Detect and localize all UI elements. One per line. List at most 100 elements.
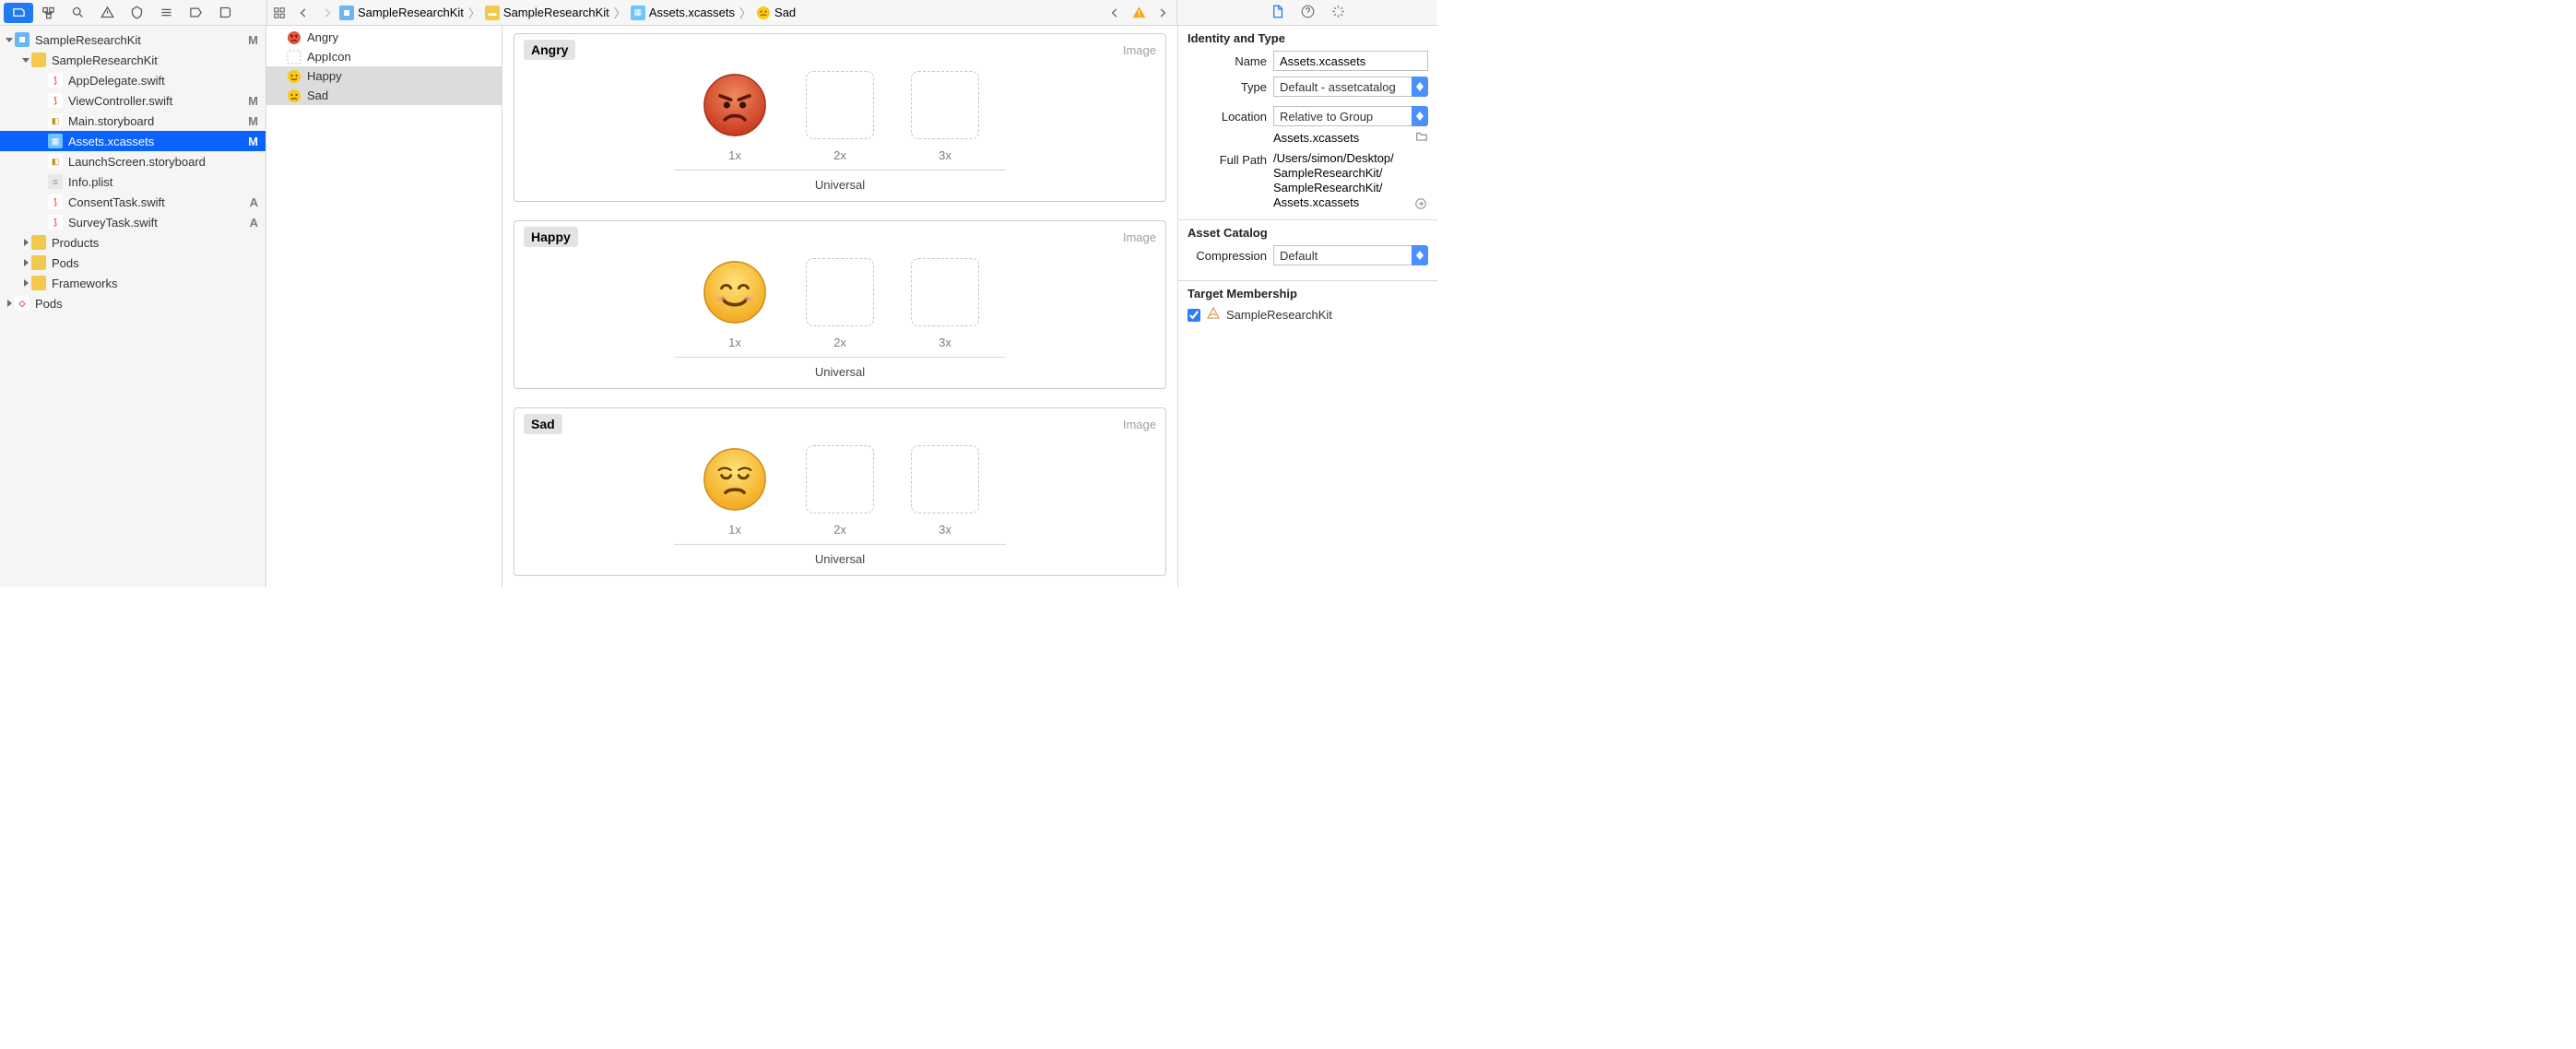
asset-item-label: Happy [307,69,342,83]
image-set-caption: Universal [514,178,1165,192]
asset-item-sad[interactable]: Sad [266,86,502,105]
image-set-kind: Image [1123,43,1156,57]
slot-2x[interactable]: 2x [804,71,876,162]
warning-icon[interactable] [1127,6,1151,19]
asset-catalog-section-title: Asset Catalog [1188,226,1428,240]
tab-files-icon[interactable] [4,3,33,23]
slot-image [701,71,769,139]
image-set-caption: Universal [514,552,1165,566]
image-set-sad[interactable]: Sad Image 1x2x3x Universal [514,407,1166,576]
asset-outline: Angry AppIcon Happy Sad [266,26,502,587]
tab-logs-icon[interactable] [210,3,240,23]
folder-picker-icon[interactable] [1415,130,1428,146]
asset-item-happy[interactable]: Happy [266,66,502,86]
tab-scm-icon[interactable] [33,3,63,23]
tab-issues-icon[interactable] [92,3,122,23]
attributes-inspector-icon[interactable] [1331,5,1345,21]
type-label: Type [1188,80,1267,94]
slot-3x[interactable]: 3x [909,445,981,536]
empty-slot [911,445,979,513]
asset-item-label: AppIcon [307,50,351,64]
nav-label: AppDelegate.swift [68,74,258,88]
reveal-in-finder-icon[interactable] [1413,195,1428,210]
scm-status: A [250,195,258,209]
crumb-label: SampleResearchKit [503,6,609,19]
compression-value: Default [1280,249,1318,263]
empty-slot [806,71,874,139]
nav-row-consenttask-swift[interactable]: ⟆ConsentTask.swiftA [0,192,266,212]
nav-row-launchscreen-storyboard[interactable]: ◧ LaunchScreen.storyboard [0,151,266,171]
happy-icon [287,69,301,84]
folder-icon [31,53,46,67]
crumb-project[interactable]: SampleResearchKit [339,0,464,25]
folder-icon [31,276,46,290]
jump-bar: SampleResearchKit 〉 ▬ SampleResearchKit … [266,0,1177,25]
nav-row-main-storyboard[interactable]: ◧Main.storyboardM [0,111,266,131]
slot-1x[interactable]: 1x [699,71,771,162]
go-forward-icon[interactable] [315,0,339,25]
nav-row-viewcontroller-swift[interactable]: ⟆ViewController.swiftM [0,90,266,111]
prev-issue-icon[interactable] [1103,6,1127,19]
slot-3x[interactable]: 3x [909,258,981,349]
asset-item-angry[interactable]: Angry [266,28,502,47]
slot-label: 1x [728,148,741,162]
nav-row-products[interactable]: Products [0,232,266,253]
tab-search-icon[interactable] [63,3,92,23]
swift-icon: ⟆ [48,73,63,88]
image-set-angry[interactable]: Angry Image 1x2x3x Universal [514,33,1166,202]
related-items-icon[interactable] [267,0,291,25]
slot-1x[interactable]: 1x [699,258,771,349]
nav-label: Pods [52,256,258,270]
jump-bar-right [1103,6,1176,19]
chevron-right-icon: 〉 [609,4,631,21]
tab-breakpoints-icon[interactable] [181,3,210,23]
nav-row-info-plist[interactable]: ≣Info.plist [0,171,266,192]
slot-2x[interactable]: 2x [804,445,876,536]
tab-tests-icon[interactable] [122,3,151,23]
fullpath-label: Full Path [1188,151,1267,167]
file-inspector-icon[interactable] [1270,5,1284,21]
empty-slot [806,258,874,326]
compression-select[interactable]: Default [1273,245,1428,265]
crumb-asset-item[interactable]: Sad [756,0,796,25]
type-select[interactable]: Default - assetcatalog [1273,77,1428,97]
go-back-icon[interactable] [291,0,315,25]
nav-row-appdelegate-swift[interactable]: ⟆ AppDelegate.swift [0,70,266,90]
nav-row-frameworks[interactable]: Frameworks [0,273,266,293]
nav-row-sampleresearchkit[interactable]: SampleResearchKitM [0,29,266,50]
name-field[interactable] [1273,51,1428,71]
target-membership-label: SampleResearchKit [1226,308,1332,322]
crumb-assets[interactable]: ▦ Assets.xcassets [631,0,735,25]
folder-icon: ▬ [485,6,500,20]
location-select[interactable]: Relative to Group [1273,106,1428,126]
slot-label: 2x [833,336,846,349]
slot-2x[interactable]: 2x [804,258,876,349]
swift-icon: ⟆ [48,215,63,230]
target-membership-checkbox[interactable] [1188,309,1200,322]
quick-help-icon[interactable] [1301,5,1315,21]
nav-label: LaunchScreen.storyboard [68,155,258,169]
tab-debug-icon[interactable] [151,3,181,23]
image-set-happy[interactable]: Happy Image 1x2x3x Universal [514,220,1166,389]
empty-slot [911,258,979,326]
crumb-group[interactable]: ▬ SampleResearchKit [485,0,609,25]
next-issue-icon[interactable] [1151,6,1175,19]
story-icon: ◧ [48,154,63,169]
slot-label: 2x [833,148,846,162]
top-toolbar: SampleResearchKit 〉 ▬ SampleResearchKit … [0,0,1437,26]
nav-label: ConsentTask.swift [68,195,246,209]
nav-label: SampleResearchKit [52,53,258,67]
type-value: Default - assetcatalog [1280,80,1396,94]
slot-3x[interactable]: 3x [909,71,981,162]
swift-icon: ⟆ [48,93,63,108]
nav-row-surveytask-swift[interactable]: ⟆SurveyTask.swiftA [0,212,266,232]
identity-section-title: Identity and Type [1188,31,1428,45]
nav-row-pods[interactable]: Pods [0,253,266,273]
nav-row-sampleresearchkit[interactable]: SampleResearchKit [0,50,266,70]
nav-row-pods[interactable]: ◇Pods [0,293,266,313]
project-icon [339,6,354,20]
name-label: Name [1188,54,1267,68]
slot-1x[interactable]: 1x [699,445,771,536]
asset-item-appicon[interactable]: AppIcon [266,47,502,66]
nav-row-assets-xcassets[interactable]: ▦Assets.xcassetsM [0,131,266,151]
